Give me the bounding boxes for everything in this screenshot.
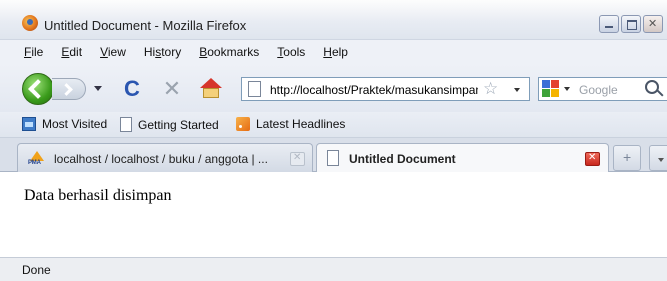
- firefox-logo-icon: [22, 15, 38, 31]
- tab-untitled-document[interactable]: Untitled Document: [316, 143, 609, 173]
- close-tab-icon[interactable]: [290, 152, 305, 166]
- menu-history[interactable]: History: [144, 45, 181, 59]
- most-visited-icon: [22, 117, 36, 131]
- bookmark-star-icon[interactable]: ☆: [483, 79, 498, 99]
- menu-edit[interactable]: Edit: [61, 45, 82, 59]
- bookmark-latest-headlines[interactable]: Latest Headlines: [236, 117, 345, 131]
- tab-phpmyadmin[interactable]: PMA localhost / localhost / buku / anggo…: [17, 143, 313, 172]
- search-engine-dropdown-icon[interactable]: [564, 87, 570, 91]
- search-icon[interactable]: [645, 80, 659, 94]
- bookmark-most-visited[interactable]: Most Visited: [22, 117, 107, 131]
- page-icon: [120, 117, 132, 132]
- search-engine-icon[interactable]: [542, 80, 560, 98]
- stop-icon[interactable]: ✕: [160, 77, 184, 101]
- minimize-button[interactable]: [599, 15, 619, 33]
- history-dropdown-icon[interactable]: [94, 86, 102, 91]
- tab-list-button[interactable]: [649, 145, 667, 171]
- menu-help[interactable]: Help: [323, 45, 348, 59]
- phpmyadmin-icon: PMA: [28, 151, 46, 167]
- bookmark-getting-started[interactable]: Getting Started: [120, 117, 219, 132]
- navigation-toolbar: C ✕ http://localhost/Praktek/masukansimp…: [0, 64, 667, 112]
- url-dropdown-icon[interactable]: [514, 88, 520, 92]
- url-bar[interactable]: http://localhost/Praktek/masukansimpan.p…: [241, 77, 530, 101]
- tab-label: Untitled Document: [349, 152, 456, 166]
- new-tab-button[interactable]: [613, 145, 641, 171]
- menu-view[interactable]: View: [100, 45, 126, 59]
- menu-file[interactable]: File: [24, 45, 43, 59]
- window-controls: [599, 15, 663, 33]
- bookmarks-toolbar: Most Visited Getting Started Latest Head…: [0, 112, 667, 138]
- url-input[interactable]: http://localhost/Praktek/masukansimpan.p…: [270, 83, 478, 97]
- status-bar: Done: [0, 257, 667, 281]
- forward-icon[interactable]: [52, 78, 86, 100]
- menu-bar: File Edit View History Bookmarks Tools H…: [0, 40, 667, 64]
- rss-feed-icon: [236, 117, 250, 131]
- tab-label: localhost / localhost / buku / anggota |…: [54, 152, 268, 166]
- back-icon[interactable]: [22, 73, 54, 105]
- tab-bar: PMA localhost / localhost / buku / anggo…: [0, 138, 667, 173]
- reload-icon[interactable]: C: [120, 77, 144, 101]
- close-window-button[interactable]: [643, 15, 663, 33]
- menu-bookmarks[interactable]: Bookmarks: [199, 45, 259, 59]
- maximize-button[interactable]: [621, 15, 641, 33]
- search-bar[interactable]: Google: [538, 77, 667, 101]
- page-content: Data berhasil disimpan: [0, 172, 667, 257]
- menu-tools[interactable]: Tools: [277, 45, 305, 59]
- search-input[interactable]: Google: [579, 83, 618, 97]
- window-title: Untitled Document - Mozilla Firefox: [44, 18, 247, 33]
- window-titlebar: Untitled Document - Mozilla Firefox: [0, 0, 667, 40]
- status-text: Done: [22, 263, 51, 277]
- close-tab-icon[interactable]: [585, 152, 600, 166]
- page-icon: [327, 150, 339, 166]
- site-identity-icon[interactable]: [248, 81, 261, 97]
- page-message: Data berhasil disimpan: [24, 187, 172, 204]
- home-icon[interactable]: [199, 78, 223, 100]
